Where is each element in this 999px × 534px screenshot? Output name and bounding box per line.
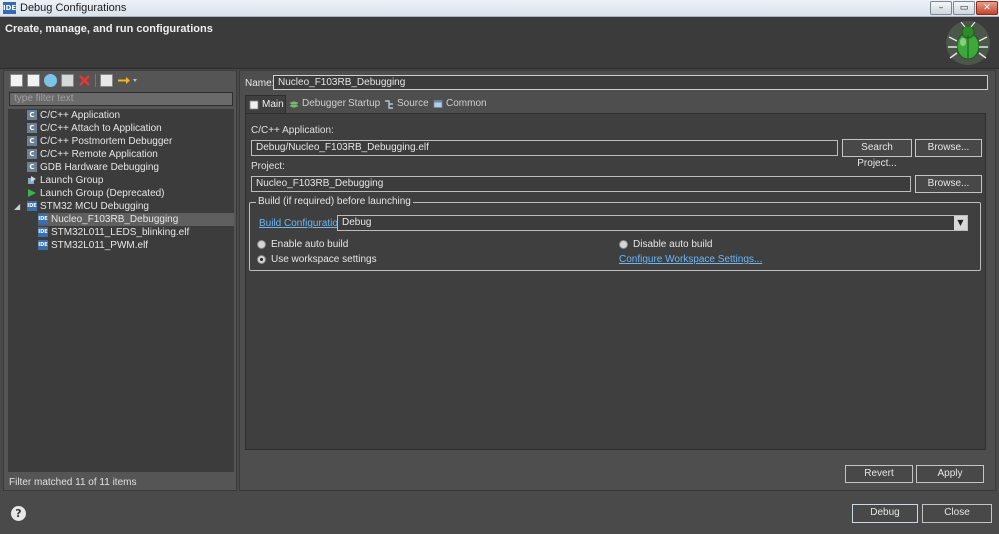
disable-auto-build-radio[interactable] [619,240,628,249]
tree-item-label: C/C++ Postmortem Debugger [40,136,173,147]
search-project-button[interactable]: Search Project... [842,139,912,169]
enable-auto-build-label: Enable auto build [271,239,349,250]
tab-startup[interactable]: Startup [332,95,380,113]
chevron-down-icon[interactable]: ▼ [954,216,967,230]
name-label: Name: [245,78,275,89]
build-group-title: Build (if required) before launching [256,196,413,207]
revert-button[interactable]: Revert [845,465,913,483]
use-workspace-settings-label: Use workspace settings [271,254,377,265]
tab-label: Startup [348,98,381,109]
launch-group-icon [28,176,36,184]
source-tab-icon [385,100,393,109]
apply-button[interactable]: Apply [916,465,984,483]
filter-input[interactable]: type filter text [9,92,233,106]
stm32-ide-icon: IDE [27,201,37,211]
common-tab-icon [433,100,443,108]
c-config-icon: C [27,136,37,146]
use-workspace-settings-radio[interactable] [257,255,266,264]
gdb-config-icon: C [27,162,37,172]
tab-common[interactable]: Common [430,95,487,113]
enable-auto-build-radio[interactable] [257,240,266,249]
main-tab-content: C/C++ Application: Debug/Nucleo_F103RB_D… [245,113,986,450]
maximize-button[interactable]: ▭ [953,1,975,15]
browse-project-button[interactable]: Browse... [915,175,982,193]
configuration-tree: C C/C++ Application C C/C++ Attach to Ap… [8,109,234,472]
configuration-editor-panel: Name: Nucleo_F103RB_Debugging Main Debug… [239,70,996,491]
close-window-button[interactable]: ✕ [976,1,998,15]
build-configuration-select[interactable]: Debug ▼ [337,215,968,231]
toolbar-separator [95,74,96,87]
duplicate-icon[interactable] [61,74,74,87]
debugger-tab-icon [290,101,298,108]
project-label: Project: [251,161,285,172]
tree-item-label: GDB Hardware Debugging [40,162,159,173]
tree-item-label: Nucleo_F103RB_Debugging [51,214,179,225]
stm32-ide-icon: IDE [38,240,48,250]
tree-item-label: C/C++ Remote Application [40,149,158,160]
new-prototype-icon[interactable] [27,74,40,87]
stm32-ide-icon: IDE [38,214,48,224]
banner-title: Create, manage, and run configurations [5,23,213,35]
tree-item-label: STM32L011_PWM.elf [51,240,149,251]
c-config-icon: C [27,149,37,159]
minimize-button[interactable]: – [930,1,952,15]
configure-workspace-settings-link[interactable]: Configure Workspace Settings... [619,254,762,265]
browse-application-button[interactable]: Browse... [915,139,982,157]
launch-group-deprecated-icon [28,189,36,197]
tab-label: Source [397,98,429,109]
config-tabs: Main Debugger Startup Source Common [245,95,990,113]
tree-item-label: C/C++ Application [40,110,121,121]
tab-label: Common [446,98,487,109]
collapse-all-icon[interactable] [100,74,113,87]
new-configuration-icon[interactable] [10,74,23,87]
application-label: C/C++ Application: [251,125,334,136]
filter-icon[interactable] [117,74,139,87]
build-configuration-link[interactable]: Build Configuration: [259,218,346,229]
delete-icon[interactable] [78,74,91,87]
tree-item-label: Launch Group [40,175,104,186]
tree-item-label: Launch Group (Deprecated) [40,188,165,199]
expanded-chevron-icon[interactable]: ◢ [14,200,20,213]
c-config-icon: C [27,123,37,133]
help-icon[interactable]: ? [11,506,26,521]
debug-bug-icon [946,21,990,65]
filter-status: Filter matched 11 of 11 items [9,477,137,488]
tree-item-label: STM32 MCU Debugging [40,201,149,212]
configuration-list-panel: type filter text C C/C++ Application C C… [3,70,237,491]
header-banner: Create, manage, and run configurations [0,17,999,69]
disable-auto-build-label: Disable auto build [633,239,713,250]
config-toolbar [7,73,233,89]
name-input[interactable]: Nucleo_F103RB_Debugging [273,75,988,90]
project-input[interactable]: Nucleo_F103RB_Debugging [251,176,911,192]
c-config-icon: C [27,110,37,120]
tab-label: Main [262,99,284,110]
tree-item-label: STM32L011_LEDS_blinking.elf [51,227,190,238]
application-input[interactable]: Debug/Nucleo_F103RB_Debugging.elf [251,140,838,156]
title-bar: IDE Debug Configurations – ▭ ✕ [0,0,999,17]
tree-item-nucleo-f103rb[interactable]: IDE Nucleo_F103RB_Debugging [38,213,234,226]
build-configuration-value: Debug [342,217,372,228]
debug-button[interactable]: Debug [852,504,918,523]
export-icon[interactable] [44,74,57,87]
tree-item-label: C/C++ Attach to Application [40,123,162,134]
ide-app-icon: IDE [3,2,17,14]
tab-source[interactable]: Source [381,95,429,113]
stm32-ide-icon: IDE [38,227,48,237]
tab-main[interactable]: Main [245,95,286,113]
build-group: Build (if required) before launching Bui… [249,196,981,271]
window-title: Debug Configurations [20,2,127,14]
main-tab-icon [249,100,259,110]
close-button[interactable]: Close [922,504,992,523]
